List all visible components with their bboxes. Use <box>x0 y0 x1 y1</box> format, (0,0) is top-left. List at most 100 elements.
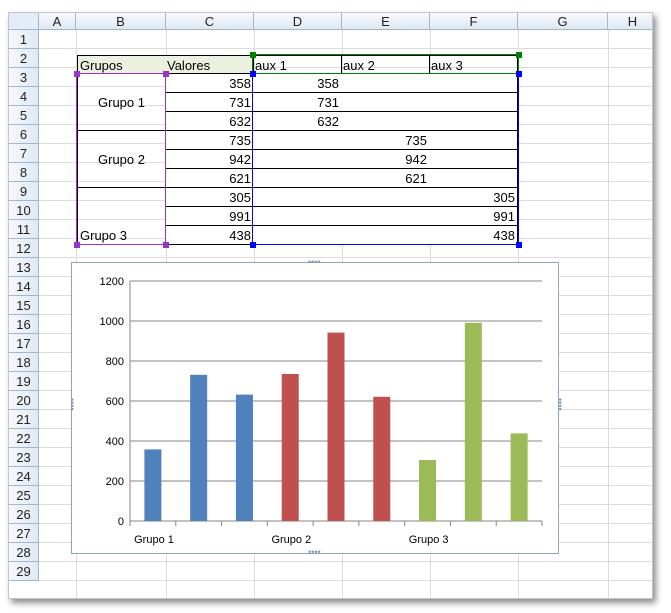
cell-aux3[interactable] <box>429 74 518 93</box>
row-header-3[interactable]: 3 <box>9 68 39 87</box>
range-handle[interactable] <box>74 71 80 77</box>
row-header-13[interactable]: 13 <box>9 258 39 277</box>
row-header-7[interactable]: 7 <box>9 144 39 163</box>
group-label-3[interactable]: Grupo 3 <box>77 188 166 245</box>
column-header-h[interactable]: H <box>608 13 652 30</box>
gridline <box>39 561 652 562</box>
cell-aux1[interactable] <box>253 131 342 150</box>
cell-valores[interactable]: 632 <box>165 112 254 131</box>
cell-aux1[interactable]: 632 <box>253 112 342 131</box>
cell-aux1[interactable] <box>253 169 342 188</box>
cell-aux1[interactable] <box>253 150 342 169</box>
range-handle[interactable] <box>250 71 256 77</box>
row-header-28[interactable]: 28 <box>9 543 39 562</box>
column-header-a[interactable]: A <box>39 13 76 30</box>
bar-chart: 0 200 400 600 800 1000 1200 Grupo 1 Grupo 2 Grupo… <box>100 276 543 546</box>
range-handle[interactable] <box>516 52 522 58</box>
row-header-15[interactable]: 15 <box>9 296 39 315</box>
cell-aux3[interactable]: 991 <box>429 207 518 226</box>
range-handle[interactable] <box>74 242 80 248</box>
cell-aux2[interactable] <box>341 74 430 93</box>
cell-aux2[interactable]: 735 <box>341 131 430 150</box>
cell-valores[interactable]: 942 <box>165 150 254 169</box>
select-all-corner[interactable] <box>9 13 39 30</box>
row-header-29[interactable]: 29 <box>9 562 39 581</box>
range-handle[interactable] <box>163 242 169 248</box>
row-header-23[interactable]: 23 <box>9 448 39 467</box>
range-handle[interactable] <box>516 71 522 77</box>
cell-aux2[interactable] <box>341 226 430 245</box>
row-header-27[interactable]: 27 <box>9 524 39 543</box>
cell-aux2[interactable]: 942 <box>341 150 430 169</box>
row-header-17[interactable]: 17 <box>9 334 39 353</box>
cell-valores[interactable]: 621 <box>165 169 254 188</box>
row-header-12[interactable]: 12 <box>9 239 39 258</box>
cell-aux2[interactable]: 621 <box>341 169 430 188</box>
bar <box>281 374 299 521</box>
column-header-f[interactable]: F <box>430 13 518 30</box>
column-header-c[interactable]: C <box>166 13 254 30</box>
header-aux3[interactable]: aux 3 <box>429 55 518 74</box>
cell-aux2[interactable] <box>341 112 430 131</box>
row-header-5[interactable]: 5 <box>9 106 39 125</box>
cell-valores[interactable]: 991 <box>165 207 254 226</box>
group-label-1[interactable]: Grupo 1 <box>77 74 166 131</box>
chart-object[interactable]: •••• •••• •••• •••• 0 200 400 600 800 1000 120… <box>67 258 565 557</box>
row-header-1[interactable]: 1 <box>9 30 39 49</box>
x-tick-label: Grupo 2 <box>271 534 311 546</box>
row-header-14[interactable]: 14 <box>9 277 39 296</box>
y-tick-label: 800 <box>106 356 124 368</box>
row-header-11[interactable]: 11 <box>9 220 39 239</box>
row-header-10[interactable]: 10 <box>9 201 39 220</box>
cell-aux2[interactable] <box>341 207 430 226</box>
cell-aux1[interactable] <box>253 188 342 207</box>
column-header-b[interactable]: B <box>76 13 166 30</box>
cell-aux3[interactable] <box>429 131 518 150</box>
row-header-16[interactable]: 16 <box>9 315 39 334</box>
cell-aux3[interactable] <box>429 93 518 112</box>
header-grupos[interactable]: Grupos <box>77 55 166 74</box>
row-header-6[interactable]: 6 <box>9 125 39 144</box>
row-header-21[interactable]: 21 <box>9 410 39 429</box>
group-label-2[interactable]: Grupo 2 <box>77 131 166 188</box>
column-header-e[interactable]: E <box>342 13 430 30</box>
row-header-20[interactable]: 20 <box>9 391 39 410</box>
range-handle[interactable] <box>250 52 256 58</box>
cell-valores[interactable]: 438 <box>165 226 254 245</box>
range-handle[interactable] <box>163 71 169 77</box>
row-header-25[interactable]: 25 <box>9 486 39 505</box>
cell-aux1[interactable] <box>253 207 342 226</box>
header-aux1[interactable]: aux 1 <box>253 55 342 74</box>
cell-aux3[interactable] <box>429 150 518 169</box>
row-header-22[interactable]: 22 <box>9 429 39 448</box>
cell-valores[interactable]: 735 <box>165 131 254 150</box>
cell-aux1[interactable]: 731 <box>253 93 342 112</box>
row-header-8[interactable]: 8 <box>9 163 39 182</box>
cell-aux2[interactable] <box>341 188 430 207</box>
header-valores[interactable]: Valores <box>165 55 254 74</box>
row-header-9[interactable]: 9 <box>9 182 39 201</box>
row-header-24[interactable]: 24 <box>9 467 39 486</box>
bar <box>510 433 528 521</box>
header-aux2[interactable]: aux 2 <box>341 55 430 74</box>
cell-aux1[interactable]: 358 <box>253 74 342 93</box>
cell-aux2[interactable] <box>341 93 430 112</box>
row-header-19[interactable]: 19 <box>9 372 39 391</box>
cell-aux1[interactable] <box>253 226 342 245</box>
cell-aux3[interactable]: 438 <box>429 226 518 245</box>
cell-aux3[interactable] <box>429 169 518 188</box>
gridline <box>39 48 652 49</box>
cell-aux3[interactable]: 305 <box>429 188 518 207</box>
cell-aux3[interactable] <box>429 112 518 131</box>
range-handle[interactable] <box>516 242 522 248</box>
row-header-18[interactable]: 18 <box>9 353 39 372</box>
column-header-g[interactable]: G <box>518 13 608 30</box>
row-header-2[interactable]: 2 <box>9 49 39 68</box>
row-header-26[interactable]: 26 <box>9 505 39 524</box>
cell-valores[interactable]: 305 <box>165 188 254 207</box>
row-header-4[interactable]: 4 <box>9 87 39 106</box>
column-header-d[interactable]: D <box>254 13 342 30</box>
range-handle[interactable] <box>250 242 256 248</box>
cell-valores[interactable]: 358 <box>165 74 254 93</box>
cell-valores[interactable]: 731 <box>165 93 254 112</box>
